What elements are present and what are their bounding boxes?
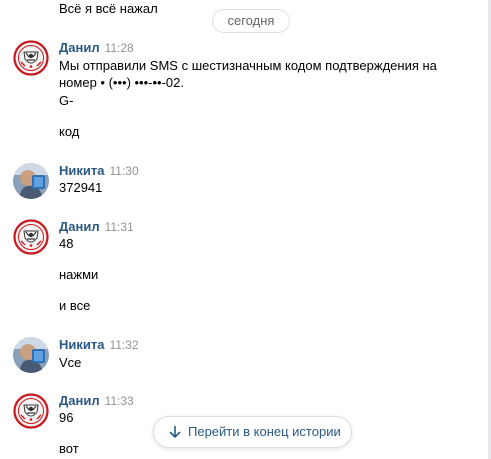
author-name[interactable]: Данил — [59, 219, 100, 234]
message-time[interactable]: 11:33 — [105, 394, 134, 408]
message-text: G- — [59, 93, 74, 108]
previous-message-text: Всё я всё нажал — [59, 1, 158, 16]
chat-history: Всё я всё нажал сегодня Данил 11:28 Мы от… — [0, 0, 488, 459]
photo-avatar[interactable] — [13, 163, 49, 199]
message-text: нажми — [59, 267, 99, 282]
message-header: Никита 11:32 — [59, 337, 139, 353]
message-text: Мы отправили SMS с шестизначным кодом по… — [59, 58, 437, 73]
scroll-to-end-label: Перейти в конец истории — [188, 424, 341, 439]
message-text: 372941 — [59, 180, 103, 195]
arrow-down-icon — [169, 425, 181, 438]
message-text: 48 — [59, 236, 74, 251]
message-text: Vce — [59, 355, 82, 370]
message-time[interactable]: 11:30 — [109, 164, 138, 178]
scroll-to-end-button[interactable]: Перейти в конец истории — [153, 416, 352, 448]
author-name[interactable]: Никита — [59, 163, 104, 178]
author-name[interactable]: Данил — [59, 393, 100, 408]
author-name[interactable]: Никита — [59, 337, 104, 352]
message-header: Никита 11:30 — [59, 163, 139, 179]
date-divider: сегодня — [212, 9, 290, 33]
message-time[interactable]: 11:32 — [109, 338, 138, 352]
message-text: 96 — [59, 410, 74, 425]
crest-logo-avatar[interactable] — [13, 40, 49, 76]
message-text: код — [59, 124, 80, 139]
message-time[interactable]: 11:28 — [105, 41, 134, 55]
message-header: Данил 11:28 — [59, 40, 134, 56]
crest-logo-avatar[interactable] — [13, 219, 49, 255]
photo-avatar[interactable] — [13, 337, 49, 373]
author-name[interactable]: Данил — [59, 40, 100, 55]
message-text: номер • (•••) •••-••-02. — [59, 75, 184, 90]
message-text: и все — [59, 298, 91, 313]
message-header: Данил 11:33 — [59, 393, 134, 409]
message-time[interactable]: 11:31 — [105, 220, 134, 234]
message-text: вот — [59, 441, 79, 456]
message-header: Данил 11:31 — [59, 219, 134, 235]
crest-logo-avatar[interactable] — [13, 393, 49, 429]
